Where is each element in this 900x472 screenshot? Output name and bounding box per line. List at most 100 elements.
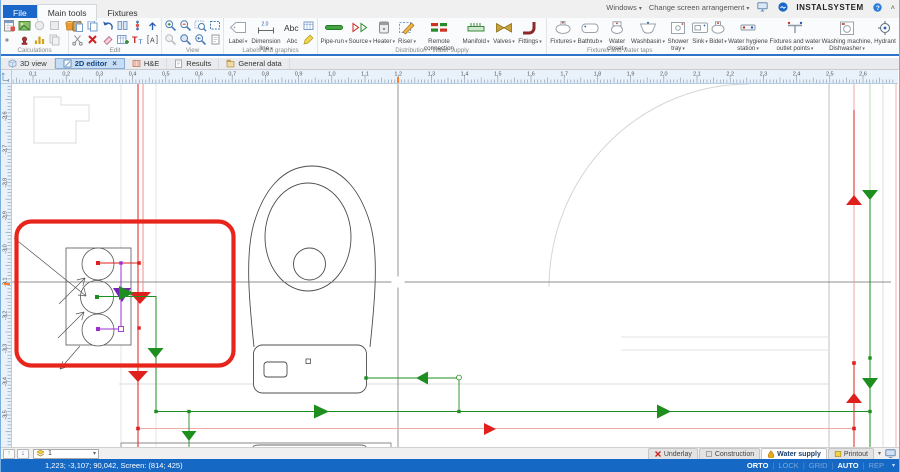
green-pipe-network[interactable] xyxy=(97,84,878,447)
calculation-sheet-icon[interactable] xyxy=(3,19,16,32)
zoom-selection-icon[interactable] xyxy=(209,19,222,32)
collapse-ribbon-icon[interactable]: ˄ xyxy=(891,3,895,12)
abc-button[interactable]: Abc Abc xyxy=(282,19,302,45)
hydrant-button[interactable]: Hydrant xyxy=(873,19,897,45)
red-pipe-network[interactable] xyxy=(96,84,862,447)
highlighter-icon[interactable] xyxy=(302,33,315,46)
ruler-label: 0,6 xyxy=(195,72,203,78)
status-more-icon[interactable]: ▾ xyxy=(892,462,895,469)
ruler-label: 1,7 xyxy=(560,72,568,78)
water-closet-fixture[interactable] xyxy=(249,166,376,393)
delete-icon[interactable] xyxy=(86,33,99,46)
layer-tab-printout-icon xyxy=(834,450,842,458)
dimension-line-button[interactable]: 2.0 Dimension line▾ xyxy=(250,19,282,45)
view-tab-3d-view[interactable]: 3D view xyxy=(1,58,55,69)
manifold-button[interactable]: Manifold▾ xyxy=(460,19,492,45)
ribbon-group-calculations: Calculations xyxy=(1,18,69,54)
heater-icon xyxy=(374,19,394,38)
heater-button[interactable]: Heater▾ xyxy=(372,19,396,45)
zoom-all-icon[interactable] xyxy=(194,19,207,32)
view-tab-results[interactable]: Results xyxy=(167,58,219,69)
mode-toggle-lock[interactable]: LOCK xyxy=(778,461,798,470)
close-icon[interactable]: × xyxy=(112,59,117,68)
sheet-small-icon[interactable] xyxy=(209,33,222,46)
insert-node-icon[interactable] xyxy=(131,19,144,32)
fixtures-outlet-points-button[interactable]: Fixtures and water outlet points▾ xyxy=(769,19,821,45)
eraser-icon[interactable] xyxy=(101,33,114,46)
cursor-position-marker xyxy=(397,77,399,83)
washbasin-button[interactable]: Washbasin▾ xyxy=(631,19,665,45)
chevron-down-icon: ▾ xyxy=(393,39,396,45)
layer-up-button[interactable]: ↑ xyxy=(3,449,15,459)
ribbon: Calculations TTA Edit View Label▾ 2.0 Di… xyxy=(1,18,899,56)
dot-icon[interactable] xyxy=(3,33,16,46)
zoom-out-icon[interactable] xyxy=(179,19,192,32)
help-icon[interactable]: ? xyxy=(871,1,884,14)
red-pipe-nodes xyxy=(96,261,856,430)
monitor-icon[interactable] xyxy=(756,1,769,14)
ribbon-tab-main-tools[interactable]: Main tools xyxy=(37,4,98,21)
stamp-icon[interactable] xyxy=(18,33,31,46)
shower-tray-button[interactable]: Shower tray▾ xyxy=(665,19,691,45)
label-button[interactable]: Label▾ xyxy=(226,19,250,45)
view-tab-h-e[interactable]: H&E xyxy=(125,58,167,69)
undo-icon[interactable] xyxy=(101,19,114,32)
diagram-columns-icon[interactable] xyxy=(33,33,46,46)
ruler-label: 1,6 xyxy=(527,72,535,78)
layer-tab-construction[interactable]: Construction xyxy=(699,448,760,459)
results-drawing-icon[interactable] xyxy=(18,19,31,32)
find-a-icon[interactable]: A xyxy=(146,33,159,46)
layer-tab-underlay[interactable]: Underlay xyxy=(648,448,698,459)
drawing-canvas[interactable] xyxy=(12,84,898,447)
mode-separator: | xyxy=(803,461,805,470)
riser-button[interactable]: Riser▾ xyxy=(396,19,418,45)
table-small-icon[interactable] xyxy=(302,19,315,32)
group-label: View xyxy=(162,47,223,54)
layers-bottom-bar: ↑ ↓ 1 ▾ Underlay Construction Water supp… xyxy=(1,447,899,459)
cut-icon[interactable] xyxy=(71,33,84,46)
svg-text:Abc: Abc xyxy=(284,23,299,33)
zoom-prev-icon[interactable] xyxy=(194,33,207,46)
fixtures-button[interactable]: Fixtures▾ xyxy=(549,19,577,45)
mode-toggle-grid[interactable]: GRID xyxy=(809,461,828,470)
pipe-run-button[interactable]: Pipe-run▾ xyxy=(320,19,348,45)
format-text-icon[interactable]: TT xyxy=(131,33,144,46)
bathtub-button[interactable]: Bathtub▾ xyxy=(577,19,603,45)
source-button[interactable]: Source▾ xyxy=(348,19,372,45)
screen-toggle-icon[interactable] xyxy=(884,449,896,459)
zoom-window-icon[interactable] xyxy=(179,33,192,46)
water-closet-button[interactable]: Water closet▾ xyxy=(603,19,631,45)
layer-tabs-more-icon[interactable]: ▾ xyxy=(878,450,881,457)
split-icon[interactable] xyxy=(116,19,129,32)
ruler-label: 0,8 xyxy=(262,72,270,78)
zoom-off-icon[interactable] xyxy=(164,33,177,46)
storey-combo[interactable]: 1 ▾ xyxy=(33,449,99,459)
zoom-in-icon[interactable] xyxy=(164,19,177,32)
mode-toggle-rep[interactable]: REP xyxy=(869,461,884,470)
chevron-down-icon: ▾ xyxy=(93,450,96,457)
layer-tab-printout[interactable]: Printout xyxy=(828,448,874,459)
layer-down-button[interactable]: ↓ xyxy=(17,449,29,459)
remote-connection-button[interactable]: Remote connection xyxy=(418,19,460,45)
windows-menu[interactable]: Windows ▾ xyxy=(606,3,642,12)
valves-button[interactable]: Valves▾ xyxy=(492,19,516,45)
shower-tray-icon xyxy=(668,19,688,38)
table-insert-icon[interactable] xyxy=(116,33,129,46)
water-hygiene-station-button[interactable]: Water hygiene station▾ xyxy=(727,19,769,45)
ruler-label: 0,5 xyxy=(162,72,170,78)
fittings-button[interactable]: Fittings▾ xyxy=(516,19,544,45)
cursor-coordinates: 1,223; -3,107; 90,042, Screen: (814; 425… xyxy=(45,461,183,470)
mode-toggle-orto[interactable]: ORTO xyxy=(747,461,769,470)
layer-tab-water-supply[interactable]: Water supply xyxy=(761,448,827,459)
copy-gray-icon[interactable] xyxy=(48,33,61,46)
change-screen-arrangement-menu[interactable]: Change screen arrangement ▾ xyxy=(649,3,750,12)
mode-toggle-auto[interactable]: AUTO xyxy=(837,461,858,470)
layer-tab-water-supply-icon xyxy=(767,450,775,458)
washbasin-icon xyxy=(638,19,658,38)
sink-button[interactable]: Sink▾ xyxy=(691,19,709,45)
washing-machine-button[interactable]: Washing machine, Dishwasher▾ xyxy=(821,19,873,45)
move-up-icon[interactable] xyxy=(146,19,159,32)
view-tab-general-data[interactable]: General data xyxy=(219,58,289,69)
view-tab-2d-editor[interactable]: 2D editor× xyxy=(55,58,125,69)
bidet-button[interactable]: Bidet▾ xyxy=(709,19,727,45)
